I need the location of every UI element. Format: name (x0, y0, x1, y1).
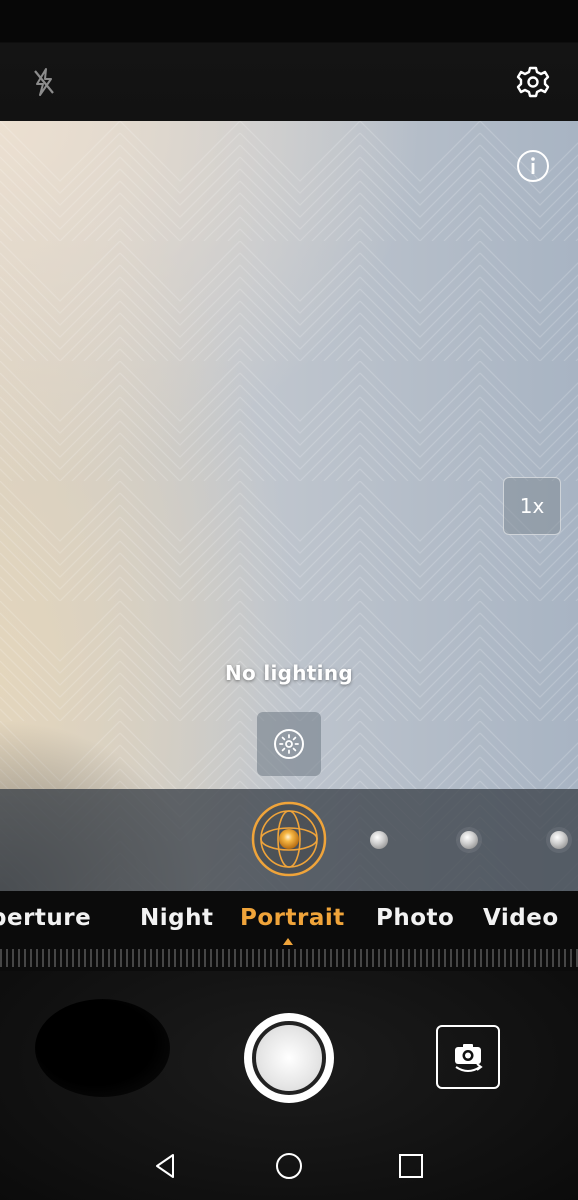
recents-icon[interactable] (389, 1144, 433, 1188)
mode-indicator (283, 938, 293, 945)
mode-portrait[interactable]: Portrait (240, 905, 345, 931)
portrait-lighting-icon[interactable] (251, 801, 327, 877)
mode-ruler (0, 949, 578, 967)
lighting-effect-option[interactable] (460, 831, 478, 849)
mode-night[interactable]: Night (140, 905, 213, 931)
gear-icon[interactable] (513, 62, 553, 102)
shutter-icon (252, 1021, 326, 1095)
back-icon[interactable] (144, 1144, 188, 1188)
lighting-effect-icon (274, 729, 304, 759)
switch-camera-icon (455, 1044, 483, 1072)
home-icon[interactable] (267, 1144, 311, 1188)
info-icon[interactable] (515, 148, 551, 184)
viewfinder[interactable]: 1x No lighting (0, 121, 578, 891)
mode-selector[interactable]: perture Night Portrait Photo Video (0, 891, 578, 971)
lighting-label: No lighting (225, 661, 353, 685)
zoom-button[interactable]: 1x (503, 477, 561, 535)
switch-camera-button[interactable] (436, 1025, 500, 1089)
top-bar (0, 0, 578, 121)
zoom-label: 1x (519, 494, 545, 518)
lighting-effect-option[interactable] (550, 831, 568, 849)
mode-photo[interactable]: Photo (376, 905, 454, 931)
lighting-effect-button[interactable] (257, 712, 321, 776)
flash-off-icon[interactable] (24, 62, 64, 102)
lighting-effect-option[interactable] (370, 831, 388, 849)
gallery-thumbnail[interactable] (35, 999, 170, 1097)
mode-video[interactable]: Video (483, 905, 559, 931)
shutter-button[interactable] (244, 1013, 334, 1103)
mode-aperture[interactable]: perture (0, 905, 91, 931)
